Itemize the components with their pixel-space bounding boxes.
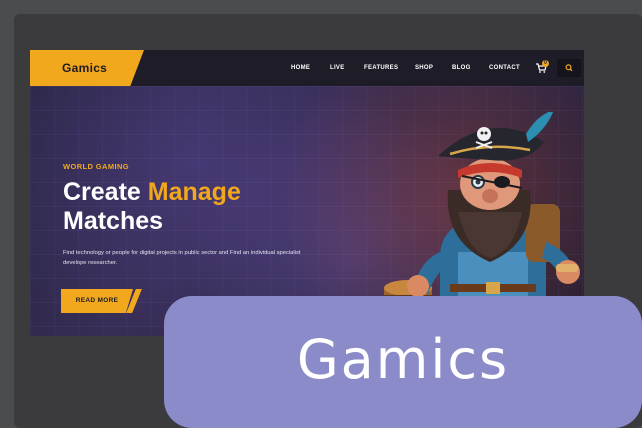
navbar: Gamics HOME LIVE FEATURES SHOP BLOG CONT…	[30, 50, 584, 86]
hero-title: Create Manage Matches	[63, 178, 323, 236]
search-button[interactable]	[557, 59, 581, 77]
read-more-button[interactable]: READ MORE	[61, 289, 133, 313]
logo[interactable]: Gamics	[30, 50, 144, 86]
nav-contact[interactable]: CONTACT	[489, 65, 520, 71]
nav-blog[interactable]: BLOG	[452, 65, 471, 71]
hero-title-accent: Manage	[147, 178, 241, 206]
logo-text: Gamics	[62, 61, 108, 75]
nav-live[interactable]: LIVE	[330, 65, 345, 71]
title-overlay-badge: Gamics	[164, 296, 642, 428]
nav-shop[interactable]: SHOP	[415, 65, 433, 71]
overlay-title: Gamics	[296, 328, 510, 391]
nav-features[interactable]: FEATURES	[364, 65, 398, 71]
hero-title-part1: Create	[63, 178, 148, 206]
hero-title-part2: Matches	[63, 207, 164, 235]
nav-home[interactable]: HOME	[291, 65, 310, 71]
hero-eyebrow: WORLD GAMING	[63, 162, 130, 171]
search-icon	[565, 64, 573, 72]
hero-description: Find technology or people for digital pr…	[63, 250, 301, 266]
cart-count-badge: 0	[542, 60, 549, 67]
website-preview: Gamics HOME LIVE FEATURES SHOP BLOG CONT…	[30, 50, 584, 336]
